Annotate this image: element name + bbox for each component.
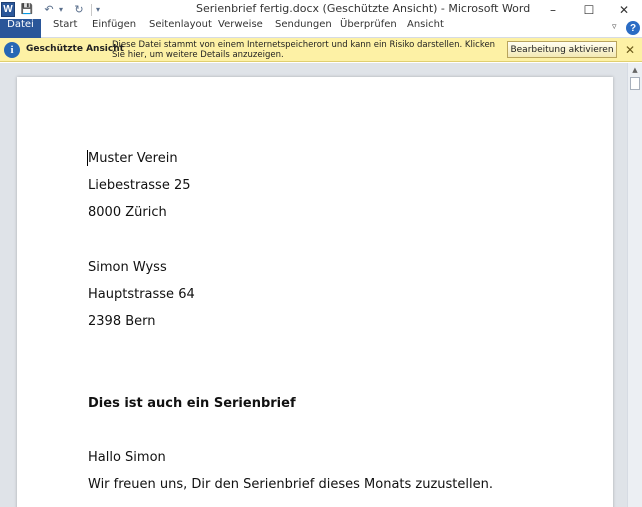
document-page[interactable]: Muster Verein Liebestrasse 25 8000 Züric… [17,77,613,507]
minimize-ribbon-icon[interactable]: ▿ [612,22,617,32]
protected-view-title: Geschützte Ansicht [26,44,124,54]
document-area: Muster Verein Liebestrasse 25 8000 Züric… [0,63,627,507]
paragraph-subject[interactable]: Dies ist auch ein Serienbrief [88,396,296,411]
customize-toolbar-icon[interactable]: ▾ [94,2,102,18]
redo-icon[interactable]: ↻ [71,2,87,18]
close-icon[interactable]: ✕ [623,42,637,57]
paragraph-recipient-name[interactable]: Simon Wyss [88,260,167,275]
quick-access-toolbar: W 💾 ↶ ▾ ↻ ▾ [0,0,102,19]
paragraph-body[interactable]: Wir freuen uns, Dir den Serienbrief dies… [88,477,493,492]
ribbon-tab-bar: Datei Start Einfügen Seitenlayout Verwei… [0,19,642,38]
scroll-up-icon[interactable]: ▲ [629,65,641,75]
tab-insert[interactable]: Einfügen [92,19,136,38]
protected-view-message[interactable]: Diese Datei stammt von einem Internetspe… [112,40,502,60]
title-bar: W 💾 ↶ ▾ ↻ ▾ Serienbrief fertig.docx (Ges… [0,0,642,19]
protected-view-bar[interactable]: i Geschützte Ansicht Diese Datei stammt … [0,38,642,62]
paragraph-recipient-street[interactable]: Hauptstrasse 64 [88,287,195,302]
minimize-window-button[interactable]: – [535,0,571,19]
tab-file[interactable]: Datei [0,19,41,38]
tab-mailings[interactable]: Sendungen [275,19,332,38]
tab-review[interactable]: Überprüfen [340,19,397,38]
toolbar-separator [91,3,92,16]
vertical-scrollbar[interactable]: ▲ [627,63,642,507]
maximize-window-button[interactable]: ☐ [571,0,607,19]
tab-page-layout[interactable]: Seitenlayout [149,19,212,38]
paragraph-recipient-city[interactable]: 2398 Bern [88,314,156,329]
tab-view[interactable]: Ansicht [407,19,444,38]
paragraph-sender-name[interactable]: Muster Verein [88,151,178,166]
save-icon[interactable]: 💾 [19,2,35,18]
paragraph-sender-street[interactable]: Liebestrasse 25 [88,178,191,193]
word-app-icon[interactable]: W [1,2,15,17]
tab-start[interactable]: Start [53,19,77,38]
window-title: Serienbrief fertig.docx (Geschützte Ansi… [196,2,531,15]
enable-editing-button[interactable]: Bearbeitung aktivieren [507,41,617,58]
undo-icon[interactable]: ↶ [41,2,57,18]
info-icon: i [4,42,20,58]
scrollbar-thumb[interactable] [630,77,640,90]
paragraph-greeting[interactable]: Hallo Simon [88,450,166,465]
close-window-button[interactable]: ✕ [606,0,642,19]
undo-dropdown-icon[interactable]: ▾ [57,2,65,18]
help-icon[interactable]: ? [626,21,640,35]
tab-references[interactable]: Verweise [218,19,263,38]
paragraph-sender-city[interactable]: 8000 Zürich [88,205,167,220]
